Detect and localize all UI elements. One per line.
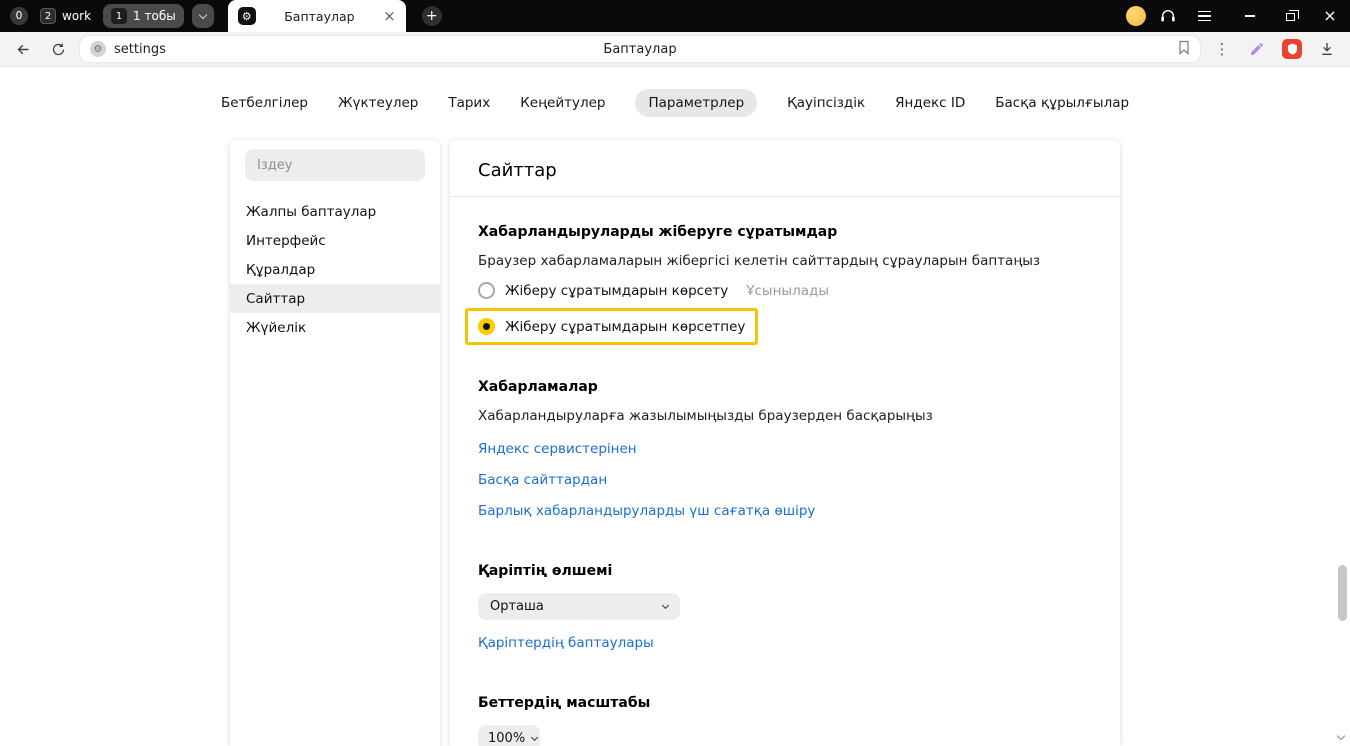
minimize-button[interactable] — [1230, 0, 1270, 32]
settings-sidebar: Іздеу Жалпы баптаулар Интерфейс Құралдар… — [230, 140, 440, 746]
page-title-centered: Баптаулар — [80, 42, 1200, 57]
font-size-select-value: Орташа — [490, 599, 544, 614]
restore-button[interactable] — [1270, 0, 1310, 32]
close-icon: × — [1323, 8, 1336, 24]
radio-hide-requests-label: Жіберу сұратымдарын көрсетпеу — [505, 319, 745, 335]
notifications-description: Хабарландыруларға жазылымыңызды браузерд… — [478, 408, 1092, 424]
tab-group-toby-count: 1 — [111, 8, 127, 24]
recommended-badge: Ұсынылады — [746, 283, 829, 299]
notifications-heading: Хабарламалар — [478, 379, 1092, 395]
search-placeholder: Іздеу — [257, 158, 292, 173]
font-size-select[interactable]: Орташа — [478, 593, 680, 620]
chevron-down-icon — [198, 10, 206, 18]
nav-extensions[interactable]: Кеңейтулер — [520, 89, 605, 117]
nav-security[interactable]: Қауіпсіздік — [787, 89, 865, 117]
radio-hide-requests[interactable]: Жіберу сұратымдарын көрсетпеу — [478, 313, 745, 340]
sidebar-item-system[interactable]: Жүйелік — [230, 313, 440, 342]
tab-group-dropdown-button[interactable] — [192, 4, 214, 28]
active-tab-settings[interactable]: ⚙ Баптаулар × — [228, 0, 406, 32]
link-other-sites[interactable]: Басқа сайттардан — [478, 472, 1092, 488]
sidebar-item-tools[interactable]: Құралдар — [230, 255, 440, 284]
nav-bookmarks[interactable]: Бетбелгілер — [221, 89, 308, 117]
page-zoom-heading: Беттердің масштабы — [478, 695, 1092, 711]
site-favicon: ⚙ — [90, 41, 106, 57]
profile-avatar[interactable] — [1126, 6, 1146, 26]
notification-requests-heading: Хабарландыруларды жіберуге сұратымдар — [478, 224, 1092, 240]
minimize-icon — [1245, 15, 1255, 16]
font-size-heading: Қаріптің өлшемі — [478, 563, 1092, 579]
settings-gear-icon: ⚙ — [238, 7, 256, 25]
link-font-settings[interactable]: Қаріптердің баптаулары — [478, 635, 1092, 651]
radio-show-requests-label: Жіберу сұратымдарын көрсету — [505, 283, 728, 299]
scroll-down-button[interactable] — [1336, 732, 1346, 742]
sidebar-search-input[interactable]: Іздеу — [245, 149, 425, 181]
sidebar-list: Жалпы баптаулар Интерфейс Құралдар Сайтт… — [230, 197, 440, 342]
radio-off-icon[interactable] — [478, 282, 495, 299]
radio-show-requests[interactable]: Жіберу сұратымдарын көрсету Ұсынылады — [478, 277, 1092, 304]
protect-shield-icon[interactable] — [1279, 34, 1305, 64]
chevron-down-icon — [531, 734, 538, 741]
sidebar-item-sites-active[interactable]: Сайттар — [230, 284, 440, 313]
address-bar[interactable]: ⚙ settings Баптаулар — [80, 36, 1200, 62]
tab-group-work[interactable]: 2 work — [36, 8, 95, 24]
hamburger-menu-icon[interactable] — [1190, 0, 1218, 32]
chevron-down-icon — [662, 602, 669, 609]
settings-nav: Бетбелгілер Жүктеулер Тарих Кеңейтулер П… — [0, 89, 1350, 117]
page-zoom-select[interactable]: 100% — [478, 725, 540, 746]
window-titlebar: 0 2 work 1 1 тобы ⚙ Баптаулар × + × — [0, 0, 1350, 32]
nav-downloads[interactable]: Жүктеулер — [338, 89, 418, 117]
back-button[interactable] — [10, 34, 36, 64]
link-yandex-services[interactable]: Яндекс сервистерінен — [478, 441, 1092, 457]
active-tab-title: Баптаулар — [264, 9, 375, 24]
more-menu-icon[interactable]: ⋮ — [1209, 34, 1235, 64]
browser-toolbar: ⚙ settings Баптаулар ⋮ — [0, 32, 1350, 67]
page-title: Сайттар — [450, 140, 1120, 197]
window-controls: × — [1230, 0, 1350, 32]
chevron-down-icon — [1337, 731, 1345, 739]
nav-settings-active[interactable]: Параметрлер — [635, 89, 757, 117]
scrollbar-thumb[interactable] — [1338, 565, 1347, 621]
sidebar-item-interface[interactable]: Интерфейс — [230, 226, 440, 255]
support-headphones-icon[interactable] — [1154, 0, 1182, 32]
edit-pencil-icon[interactable] — [1244, 34, 1270, 64]
nav-yandex-id[interactable]: Яндекс ID — [895, 89, 965, 117]
downloads-icon[interactable] — [1314, 34, 1340, 64]
page-zoom-select-value: 100% — [488, 731, 525, 746]
url-text: settings — [114, 42, 166, 57]
highlight-annotation: Жіберу сұратымдарын көрсетпеу — [465, 308, 758, 345]
tab-close-icon[interactable]: × — [383, 9, 396, 24]
sidebar-item-general[interactable]: Жалпы баптаулар — [230, 197, 440, 226]
tab-group-work-label: work — [62, 9, 91, 23]
restore-icon — [1286, 13, 1295, 21]
tab-counter-badge[interactable]: 0 — [10, 7, 28, 25]
nav-history[interactable]: Тарих — [448, 89, 490, 117]
link-mute-all-notifications[interactable]: Барлық хабарландыруларды үш сағатқа өшір… — [478, 503, 1092, 519]
close-button[interactable]: × — [1310, 0, 1350, 32]
tab-group-work-count: 2 — [40, 8, 56, 24]
tab-group-toby[interactable]: 1 1 тобы — [103, 4, 184, 28]
notification-requests-description: Браузер хабарламаларын жібергісі келетін… — [478, 253, 1092, 269]
settings-main-panel: Сайттар Хабарландыруларды жіберуге сұрат… — [450, 140, 1120, 746]
tab-group-toby-label: 1 тобы — [133, 9, 176, 23]
refresh-button[interactable] — [45, 34, 71, 64]
new-tab-button[interactable]: + — [422, 6, 442, 26]
radio-on-icon[interactable] — [478, 318, 495, 335]
nav-other-devices[interactable]: Басқа құрылғылар — [995, 89, 1129, 117]
bookmark-icon[interactable] — [1178, 40, 1190, 59]
